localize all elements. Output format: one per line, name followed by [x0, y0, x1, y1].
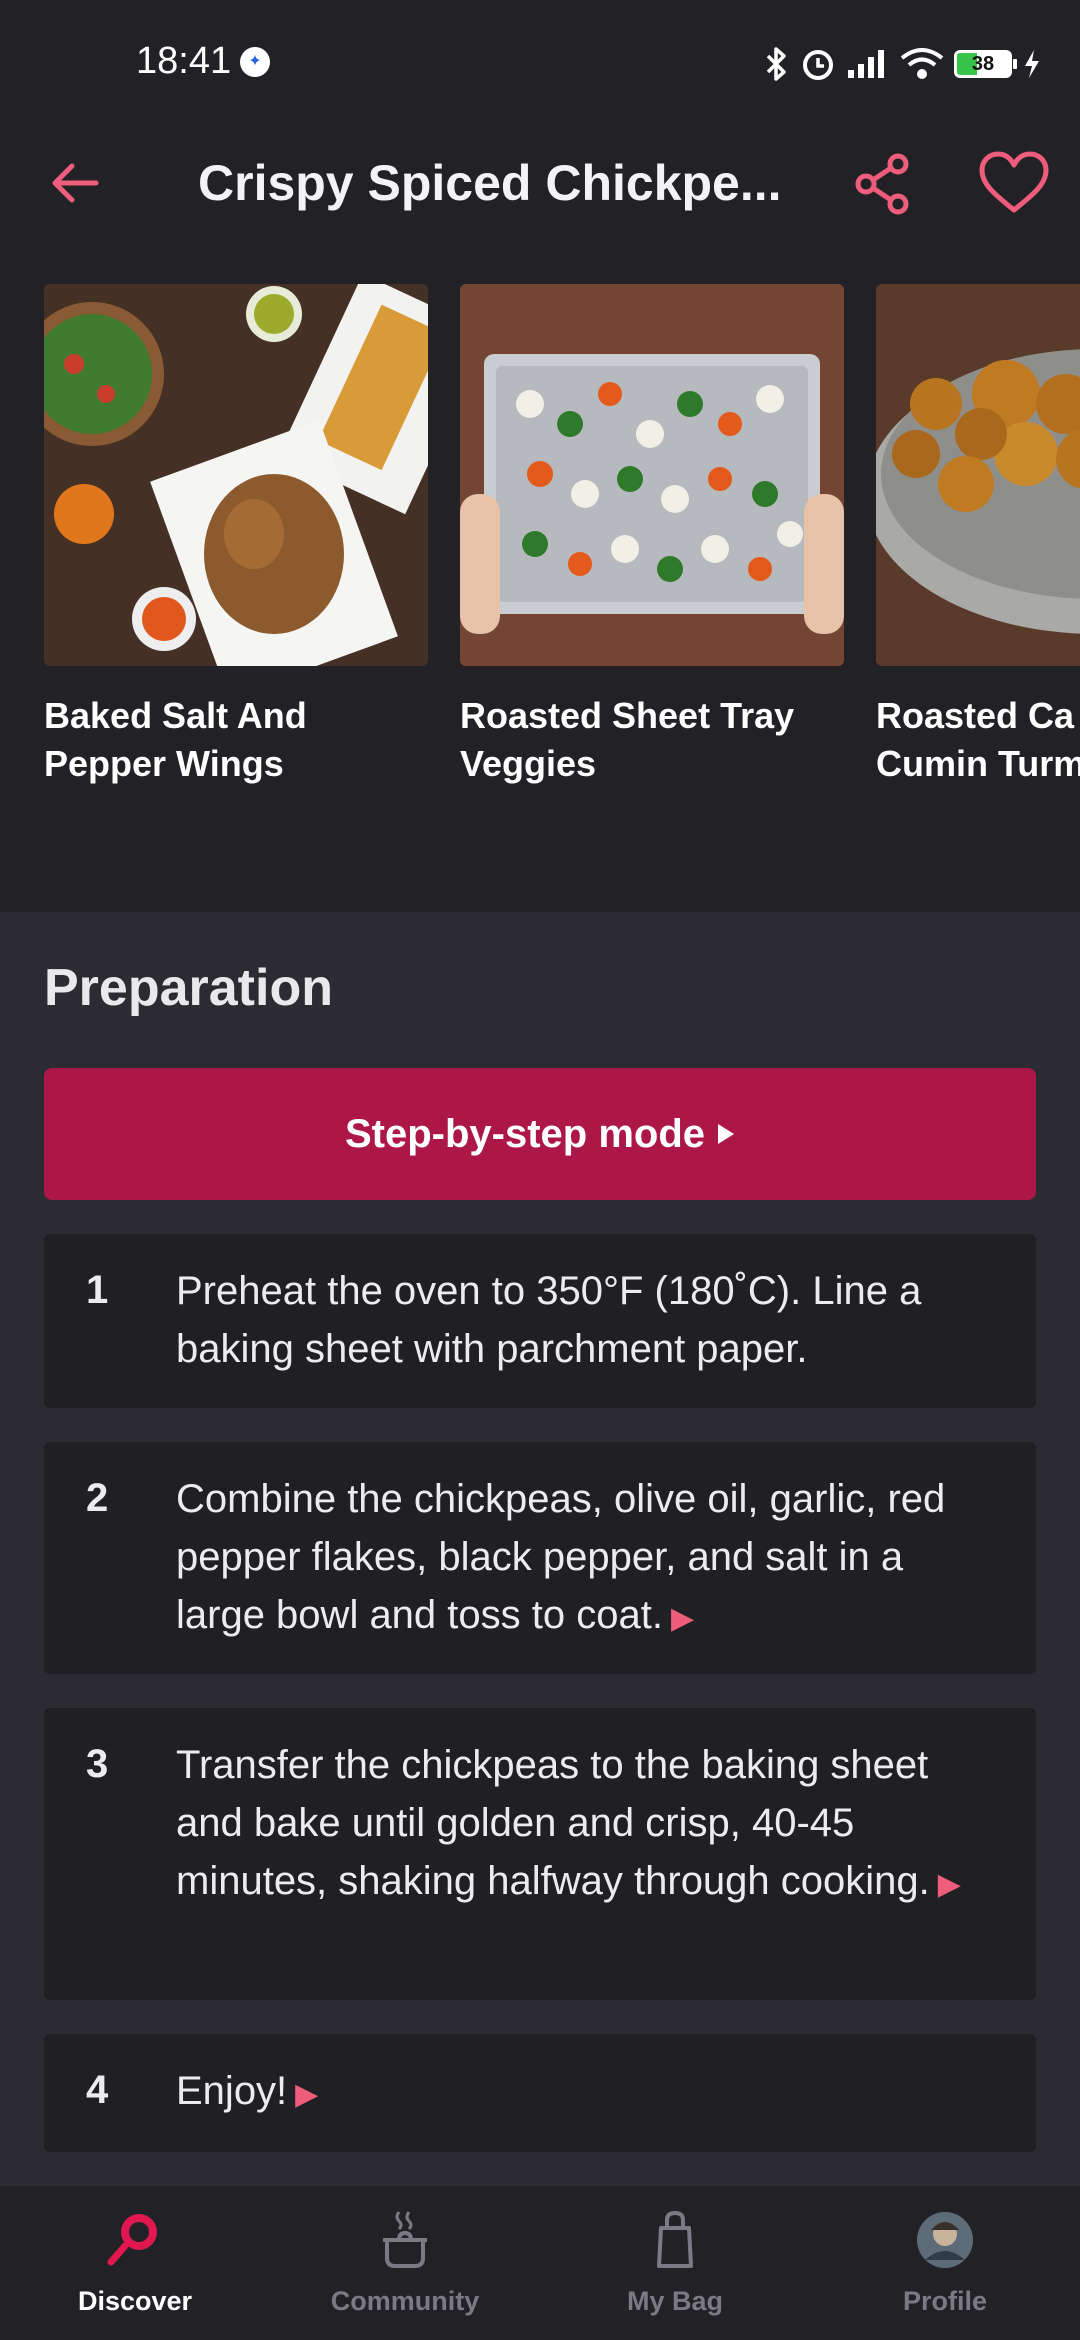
related-recipe-card[interactable]: Roasted Sheet Tray Veggies	[460, 284, 844, 788]
shopping-bag-icon	[657, 2210, 693, 2268]
tab-label: Discover	[77, 2286, 193, 2316]
play-icon	[718, 1124, 735, 1144]
avatar	[917, 2212, 973, 2268]
battery-icon: 38	[954, 50, 1017, 78]
wifi-icon	[900, 48, 944, 79]
bluetooth-icon	[766, 47, 786, 81]
related-recipe-card[interactable]: Roasted Ca With Cumin Turmeric	[876, 284, 1080, 788]
step-number: 4	[86, 2068, 109, 2112]
step-video-play-icon[interactable]: ▶	[671, 1602, 694, 1635]
tab-label: Community	[330, 2286, 480, 2316]
step-text: Combine the chickpeas, olive oil, garlic…	[176, 1477, 946, 1637]
tab-my-bag[interactable]: My Bag	[540, 2186, 810, 2340]
step-by-step-mode-button[interactable]: Step-by-step mode	[44, 1068, 1036, 1200]
recipe-image	[876, 284, 1080, 666]
heart-icon[interactable]	[976, 148, 1052, 218]
related-recipe-title: Roasted Sheet Tray Veggies	[460, 695, 795, 784]
signal-icon	[848, 50, 884, 78]
cooking-pot-icon	[383, 2211, 427, 2268]
preparation-step: 1 Preheat the oven to 350°F (180˚C). Lin…	[44, 1234, 1036, 1408]
tab-community[interactable]: Community	[270, 2186, 540, 2340]
recipe-image	[460, 284, 844, 666]
step-by-step-mode-label: Step-by-step mode	[344, 1111, 706, 1156]
notification-icon: ✦	[240, 47, 270, 77]
page-title: Crispy Spiced Chickpe...	[198, 155, 782, 211]
step-number: 3	[86, 1742, 109, 1786]
status-bar: 18:41 ✦ 38	[0, 0, 1080, 126]
step-number: 1	[86, 1268, 109, 1312]
related-recipes-carousel[interactable]: Baked Salt And Pepper Wings Roasted Shee…	[0, 240, 1080, 912]
step-text: Transfer the chickpeas to the baking she…	[176, 1743, 961, 1903]
top-app-bar: Crispy Spiced Chickpe...	[0, 126, 1080, 240]
related-recipe-card[interactable]: Baked Salt And Pepper Wings	[44, 284, 428, 788]
bottom-tab-bar: Discover Community My Bag Profile	[0, 2186, 1080, 2340]
section-heading-preparation: Preparation	[44, 959, 333, 1017]
preparation-step[interactable]: 3 Transfer the chickpeas to the baking s…	[44, 1708, 1036, 2000]
share-icon[interactable]	[848, 148, 918, 218]
tab-label: Profile	[902, 2286, 988, 2316]
tab-profile[interactable]: Profile	[810, 2186, 1080, 2340]
discover-search-icon	[107, 2214, 157, 2266]
step-number: 2	[86, 1476, 109, 1520]
step-text: Preheat the oven to 350°F (180˚C). Line …	[176, 1269, 922, 1371]
back-arrow-icon[interactable]	[40, 148, 110, 218]
tab-discover[interactable]: Discover	[0, 2186, 270, 2340]
charging-icon	[1025, 50, 1039, 78]
recipe-image	[44, 284, 428, 666]
tab-label: My Bag	[626, 2286, 724, 2316]
alarm-icon	[803, 50, 833, 80]
step-video-play-icon[interactable]: ▶	[295, 2078, 318, 2111]
related-recipe-title: Baked Salt And Pepper Wings	[44, 695, 307, 784]
step-text: Enjoy! ▶	[176, 2069, 319, 2113]
status-time: 18:41	[136, 40, 232, 82]
related-recipe-title: Roasted Ca With Cumin Turmeric	[876, 695, 1080, 784]
status-icons: 38	[764, 44, 1042, 84]
step-video-play-icon[interactable]: ▶	[938, 1868, 961, 1901]
preparation-step[interactable]: 4 Enjoy! ▶	[44, 2034, 1036, 2152]
preparation-step[interactable]: 2 Combine the chickpeas, olive oil, garl…	[44, 1442, 1036, 1674]
